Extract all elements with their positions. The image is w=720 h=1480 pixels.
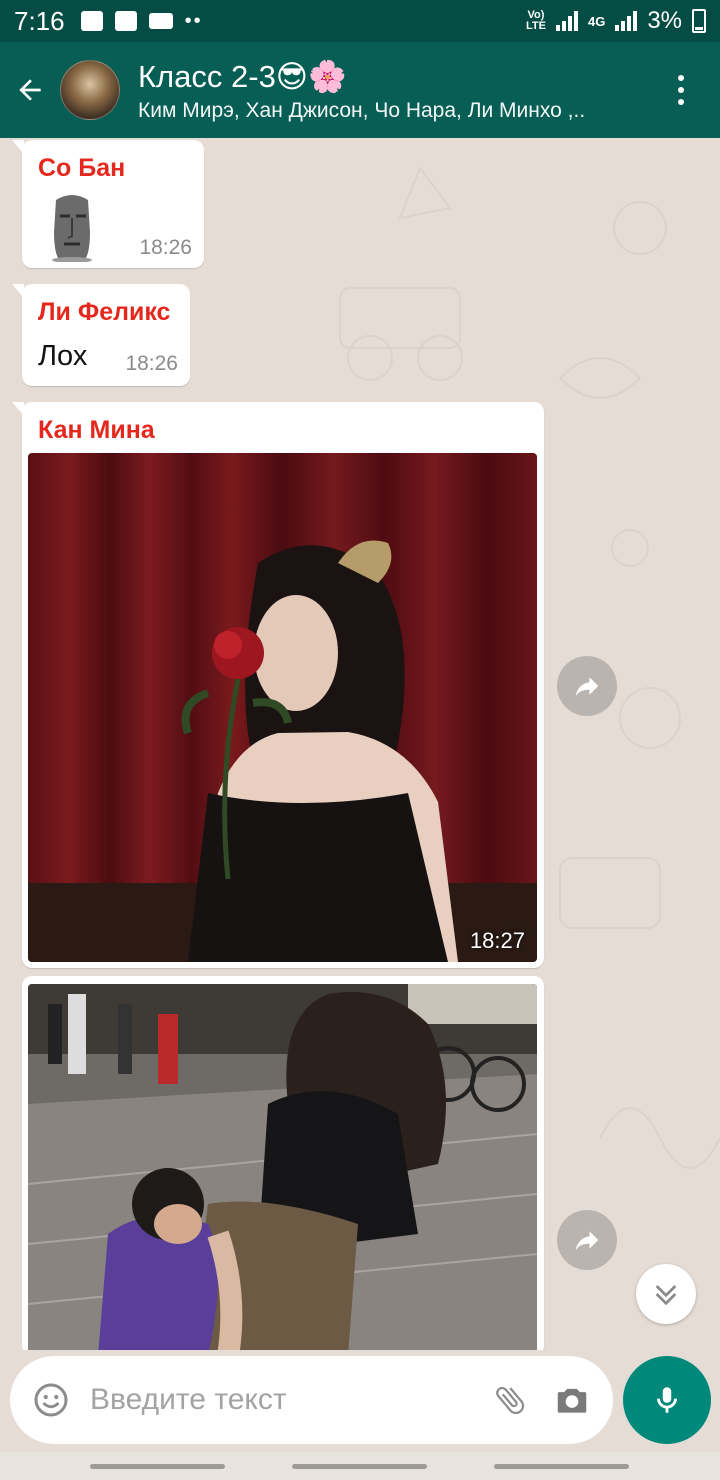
- forward-button[interactable]: [557, 656, 617, 716]
- moai-sticker-icon: [52, 195, 92, 262]
- bubble-tail: [12, 402, 24, 416]
- facebook-notification-icon: [114, 11, 137, 31]
- girl-with-rose-image: [28, 453, 537, 962]
- camera-button[interactable]: [547, 1375, 597, 1425]
- photo-attachment[interactable]: [28, 984, 537, 1350]
- message-sender: Кан Мина: [38, 416, 155, 444]
- group-title: Класс 2-3😎🌸: [138, 58, 347, 94]
- participants-list: Ким Мирэ, Хан Джисон, Чо Нара, Ли Минхо …: [138, 98, 586, 122]
- chat-area[interactable]: Со Бан 18:26 Ли Феликс Лох 18:26 Кан Мин…: [0, 138, 720, 1350]
- chevron-down-double-icon: [655, 1285, 677, 1306]
- voice-record-button[interactable]: [623, 1356, 711, 1444]
- status-time: 7:16: [14, 5, 65, 36]
- gallery-notification-icon: [80, 11, 103, 31]
- nav-back-handle[interactable]: [90, 1464, 225, 1469]
- more-options-button[interactable]: [656, 75, 706, 105]
- bubble-tail: [12, 284, 24, 298]
- battery-percent: 3%: [647, 7, 682, 34]
- signal-icon-2: [615, 11, 638, 31]
- message-bubble[interactable]: Ли Феликс Лох 18:26: [12, 284, 190, 386]
- status-bar: 7:16 •• Vo) LTE 4G 3%: [0, 0, 720, 42]
- nav-recents-handle[interactable]: [494, 1464, 629, 1469]
- chat-header: Класс 2-3😎🌸 Ким Мирэ, Хан Джисон, Чо Нар…: [0, 42, 720, 138]
- street-photo-image: [28, 984, 537, 1350]
- message-sender: Со Бан: [38, 154, 126, 182]
- arrow-left-icon: [19, 79, 41, 101]
- more-notifications-icon: ••: [184, 9, 203, 32]
- message-input[interactable]: [90, 1383, 485, 1417]
- photo-attachment[interactable]: 18:27: [28, 453, 537, 962]
- paperclip-icon: [496, 1386, 525, 1415]
- message-bubble[interactable]: Кан Мина 18:27: [12, 402, 544, 968]
- emoji-icon: [34, 1383, 68, 1417]
- message-time: 18:26: [139, 236, 192, 259]
- back-button[interactable]: [0, 42, 60, 138]
- system-nav-bar: [0, 1452, 720, 1480]
- message-input-bar: [10, 1356, 613, 1444]
- message-sender: Ли Феликс: [38, 298, 171, 326]
- message-time: 18:26: [125, 352, 178, 375]
- forward-button[interactable]: [557, 1210, 617, 1270]
- message-bubble[interactable]: [22, 976, 544, 1350]
- microphone-icon: [657, 1387, 677, 1413]
- camera-icon: [557, 1388, 587, 1413]
- bubble-tail: [12, 140, 24, 154]
- network-type: 4G: [587, 13, 606, 29]
- chat-title-area[interactable]: Класс 2-3😎🌸 Ким Мирэ, Хан Джисон, Чо Нар…: [138, 58, 656, 123]
- video-notification-icon: [148, 13, 173, 29]
- battery-icon: [692, 9, 706, 33]
- group-avatar[interactable]: [60, 60, 120, 120]
- emoji-button[interactable]: [26, 1375, 76, 1425]
- more-vertical-icon: [678, 75, 684, 81]
- message-text: Лох: [38, 340, 88, 372]
- forward-icon: [575, 1231, 599, 1250]
- signal-icon: [555, 11, 578, 31]
- forward-icon: [575, 677, 599, 696]
- nav-home-handle[interactable]: [292, 1464, 427, 1469]
- volte-indicator: Vo) LTE: [526, 9, 546, 32]
- photo-time: 18:27: [469, 928, 525, 953]
- message-bubble[interactable]: Со Бан 18:26: [12, 140, 204, 268]
- scroll-to-bottom-button[interactable]: [636, 1264, 696, 1324]
- attach-button[interactable]: [485, 1375, 535, 1425]
